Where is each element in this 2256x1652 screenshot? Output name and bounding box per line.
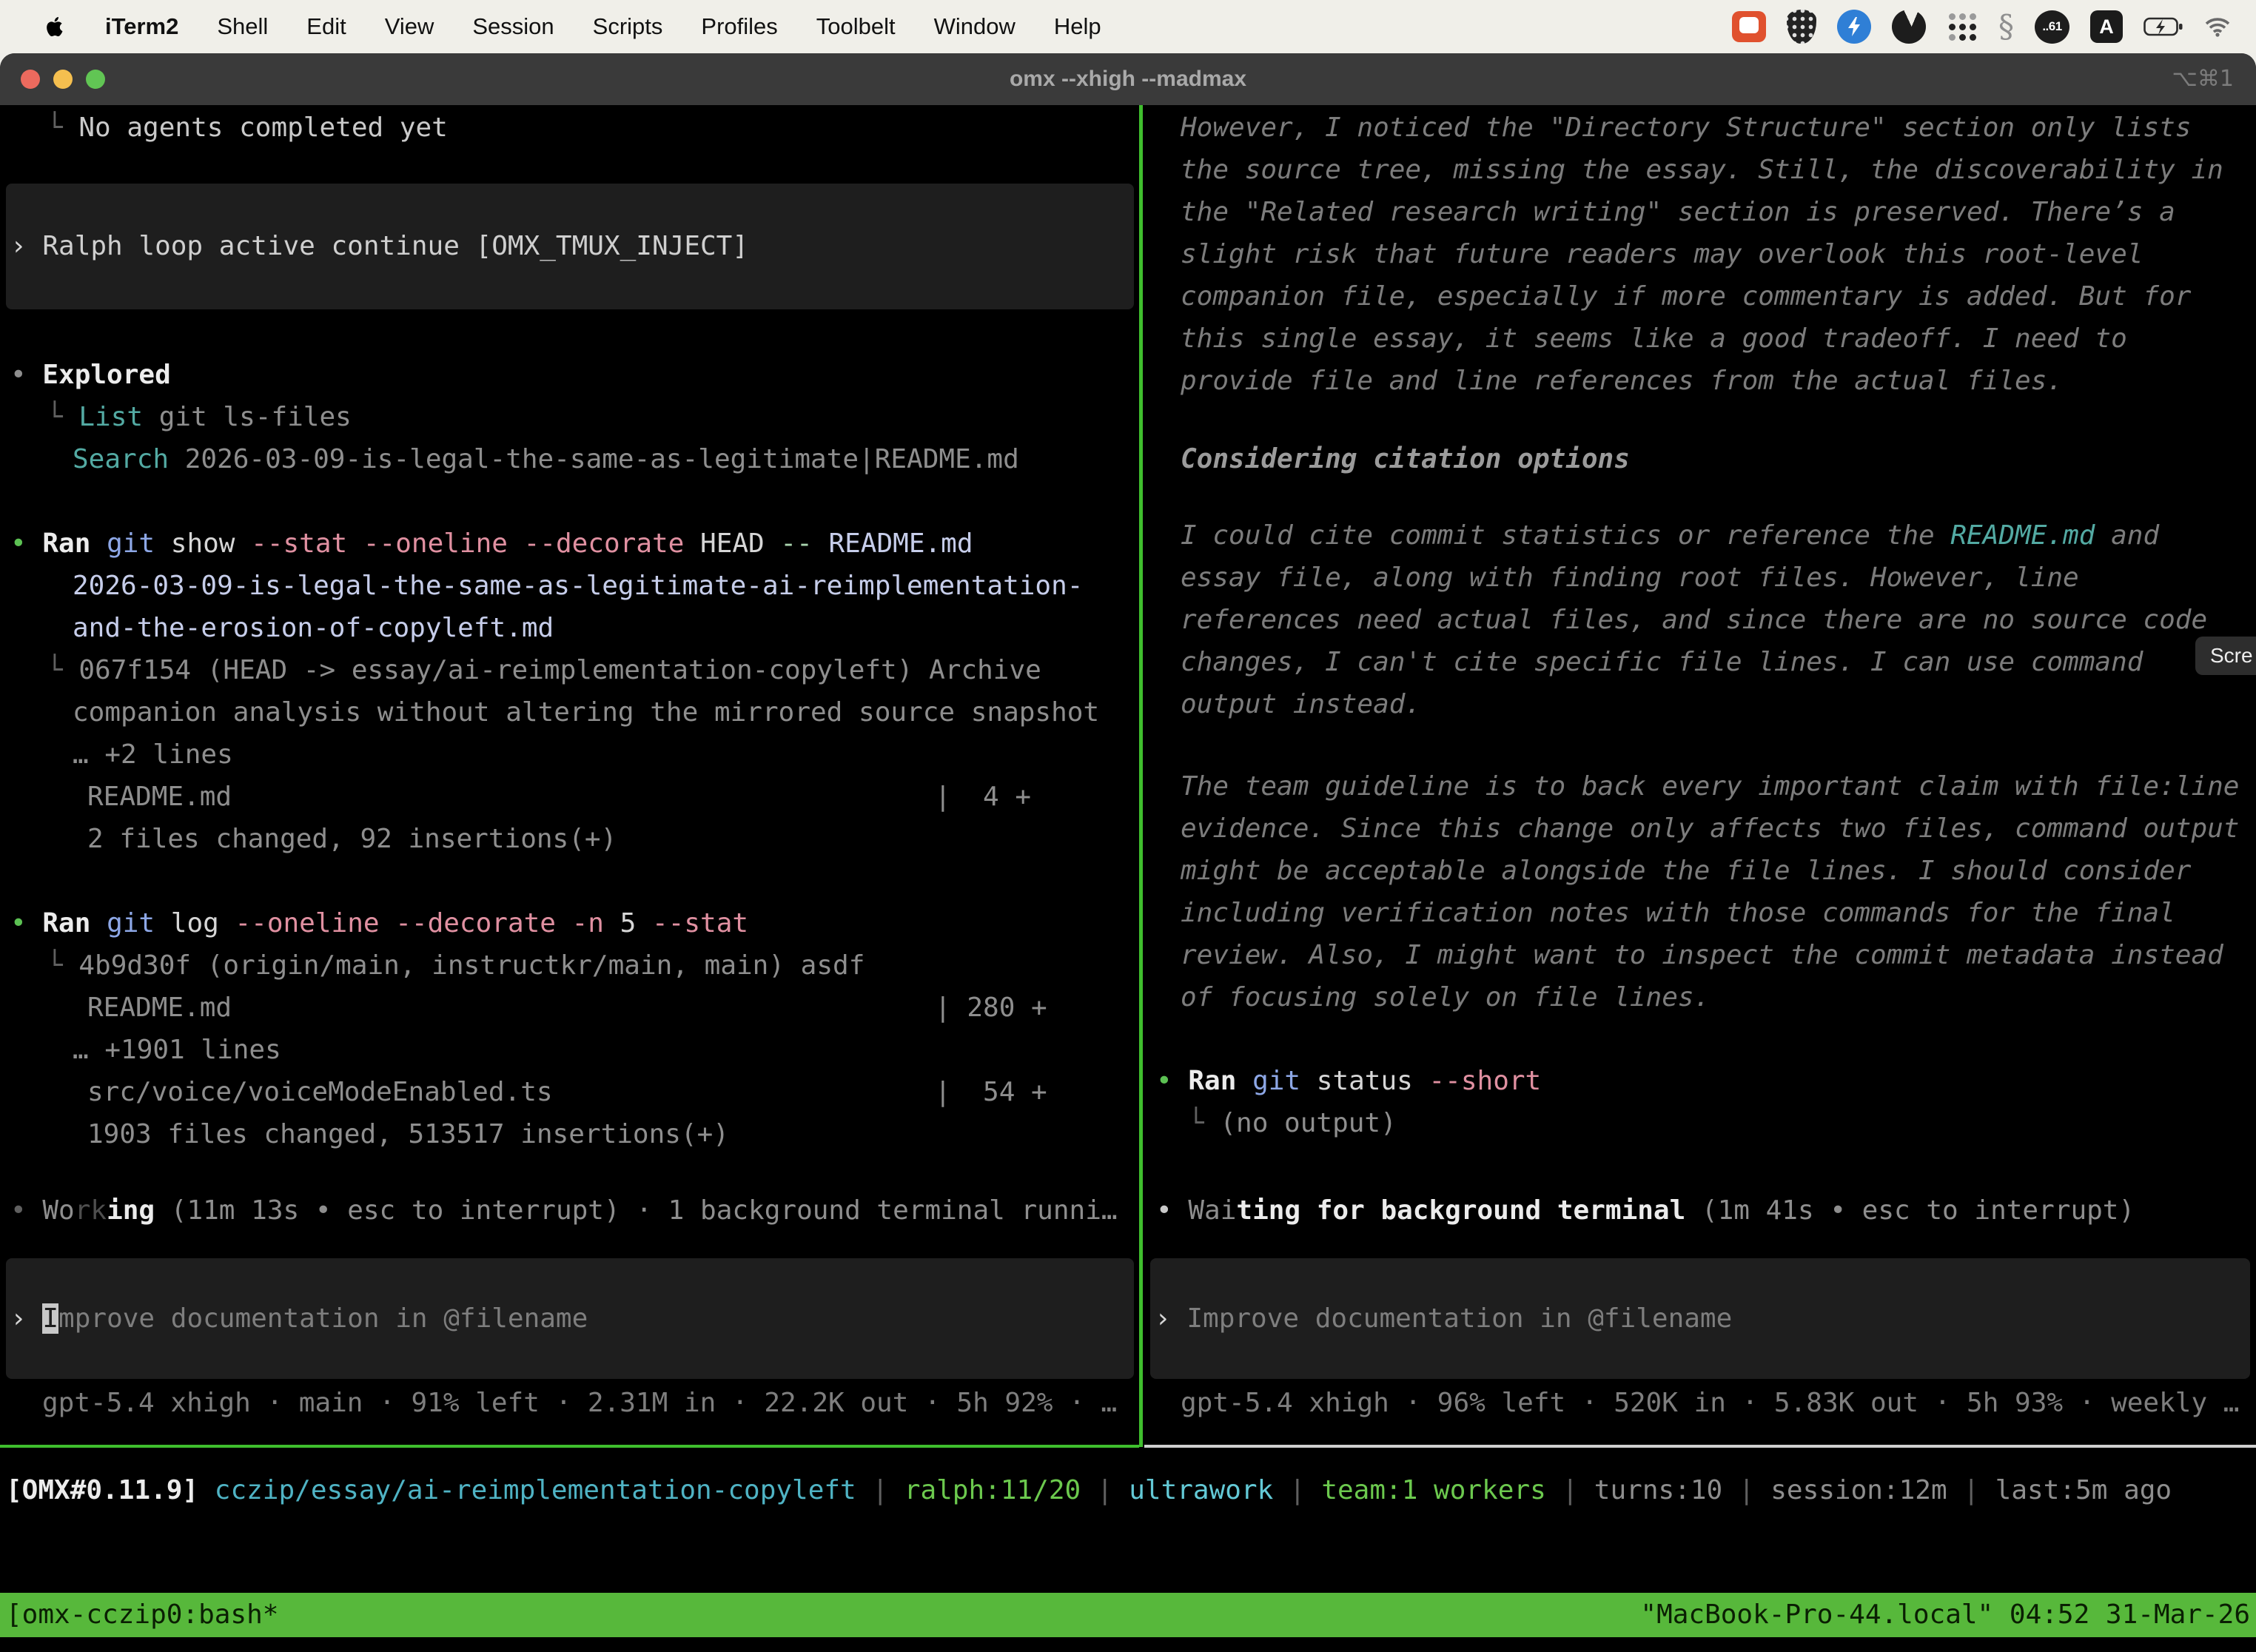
terminal-line: └ 067f154 (HEAD -> essay/ai-reimplementa… xyxy=(47,649,1041,691)
terminal-line: • Working (11m 13s • esc to interrupt) ·… xyxy=(10,1189,1118,1232)
menu-item-profiles[interactable]: Profiles xyxy=(701,13,777,40)
window-title: omx --xhigh --madmax xyxy=(0,53,2256,105)
menu-item-shell[interactable]: Shell xyxy=(217,13,268,40)
terminal-line: 2026-03-09-is-legal-the-same-as-legitima… xyxy=(73,565,1083,607)
inject-prompt-text: › Ralph loop active continue [OMX_TMUX_I… xyxy=(10,225,748,267)
menu-item-help[interactable]: Help xyxy=(1054,13,1101,40)
terminal-line: I could cite commit statistics or refere… xyxy=(1181,514,2159,557)
battery-percent-badge-icon[interactable]: ..61 xyxy=(2035,10,2069,44)
terminal-line: However, I noticed the "Directory Struct… xyxy=(1181,107,2191,149)
terminal-line: └ List git ls-files xyxy=(47,396,352,438)
dots-grid-icon[interactable] xyxy=(1947,11,1978,42)
tmux-host-clock: "MacBook-Pro-44.local" 04:52 31-Mar-26 xyxy=(1640,1593,2250,1637)
left-pane: › Ralph loop active continue [OMX_TMUX_I… xyxy=(0,105,1139,1447)
prompt-input-right-text: › Improve documentation in @filename xyxy=(1155,1297,1732,1340)
squiggle-icon[interactable]: § xyxy=(1998,10,2014,44)
active-pane-border xyxy=(0,1445,1139,1448)
inject-prompt-box[interactable]: › Ralph loop active continue [OMX_TMUX_I… xyxy=(6,184,1134,309)
terminal-line: review. Also, I might want to inspect th… xyxy=(1181,934,2223,976)
menubar-status-icons: § ..61 A xyxy=(1732,10,2256,44)
screen-share-tooltip: Scre xyxy=(2195,637,2256,675)
terminal-line: └ (no output) xyxy=(1188,1102,1397,1144)
terminal-line: src/voice/voiceModeEnabled.ts xyxy=(87,1071,553,1113)
terminal-line: 2 files changed, 92 insertions(+) xyxy=(87,818,617,860)
terminal-line: 1903 files changed, 513517 insertions(+) xyxy=(87,1113,729,1155)
tmux-session-name: [omx-cczip0:bash* xyxy=(6,1593,278,1637)
terminal-line: README.md xyxy=(87,776,232,818)
assistant-app-icon[interactable] xyxy=(1892,10,1926,44)
terminal: › Ralph loop active continue [OMX_TMUX_I… xyxy=(0,105,2256,1449)
terminal-line: • Waiting for background terminal (1m 41… xyxy=(1156,1189,2135,1232)
terminal-line: README.md xyxy=(87,987,232,1029)
inactive-pane-border xyxy=(1144,1445,2256,1448)
apple-icon[interactable] xyxy=(41,12,67,41)
terminal-line: Considering citation options xyxy=(1181,438,1630,480)
terminal-line: … +2 lines xyxy=(73,733,233,776)
terminal-line: changes, I can't cite specific file line… xyxy=(1181,641,2143,683)
terminal-line: gpt-5.4 xhigh · main · 91% left · 2.31M … xyxy=(42,1382,1117,1424)
prompt-input-right[interactable]: › Improve documentation in @filename xyxy=(1150,1258,2250,1379)
terminal-line: | 280 + xyxy=(935,987,1047,1029)
terminal-line: └ 4b9d30f (origin/main, instructkr/main,… xyxy=(47,944,865,987)
menu-item-session[interactable]: Session xyxy=(472,13,554,40)
terminal-line: • Ran git log --oneline --decorate -n 5 … xyxy=(10,902,748,944)
right-pane: › Improve documentation in @filename How… xyxy=(1144,105,2256,1447)
terminal-line: | 54 + xyxy=(935,1071,1047,1113)
terminal-line: • Ran git status --short xyxy=(1156,1060,1541,1102)
pane-divider[interactable] xyxy=(1139,105,1143,1447)
menu-item-view[interactable]: View xyxy=(385,13,434,40)
privacy-shield-icon[interactable] xyxy=(1787,10,1816,44)
terminal-line: and-the-erosion-of-copyleft.md xyxy=(73,607,554,649)
terminal-line: the "Related research writing" section i… xyxy=(1181,191,2175,233)
menu-items: iTerm2 Shell Edit View Session Scripts P… xyxy=(0,12,1101,41)
terminal-line: companion analysis without altering the … xyxy=(73,691,1099,733)
terminal-line: including verification notes with those … xyxy=(1181,892,2175,934)
terminal-line: this single essay, it seems like a good … xyxy=(1181,318,2127,360)
terminal-line: the source tree, missing the essay. Stil… xyxy=(1181,149,2223,191)
menubar: iTerm2 Shell Edit View Session Scripts P… xyxy=(0,0,2256,53)
terminal-line: gpt-5.4 xhigh · 96% left · 520K in · 5.8… xyxy=(1181,1382,2239,1424)
prompt-input-left[interactable]: › Improve documentation in @filename xyxy=(6,1258,1134,1379)
terminal-line: evidence. Since this change only affects… xyxy=(1181,807,2239,850)
terminal-line: might be acceptable alongside the file l… xyxy=(1181,850,2191,892)
prompt-input-left-text: › Improve documentation in @filename xyxy=(10,1297,588,1340)
wifi-icon[interactable] xyxy=(2204,16,2231,37)
terminal-line: of focusing solely on file lines. xyxy=(1181,976,1710,1018)
battery-icon[interactable] xyxy=(2143,16,2183,37)
terminal-line: … +1901 lines xyxy=(73,1029,281,1071)
menu-item-iterm2[interactable]: iTerm2 xyxy=(105,13,178,40)
keyboard-layout-icon[interactable]: A xyxy=(2090,10,2123,43)
terminal-line: The team guideline is to back every impo… xyxy=(1181,765,2239,807)
bolt-app-icon[interactable] xyxy=(1837,10,1871,44)
terminal-line: | 4 + xyxy=(935,776,1031,818)
terminal-line: slight risk that future readers may over… xyxy=(1181,233,2143,275)
terminal-line: references need actual files, and since … xyxy=(1181,599,2207,641)
terminal-line: • Explored xyxy=(10,354,171,396)
screen-recording-icon[interactable] xyxy=(1732,11,1766,42)
tab-shortcut-badge: ⌥⌘1 xyxy=(2172,53,2234,105)
terminal-line: output instead. xyxy=(1181,683,1421,725)
tmux-status-bar: [omx-cczip0:bash* "MacBook-Pro-44.local"… xyxy=(0,1593,2256,1637)
titlebar: omx --xhigh --madmax ⌥⌘1 xyxy=(0,53,2256,105)
menu-item-window[interactable]: Window xyxy=(934,13,1015,40)
terminal-line: └ No agents completed yet xyxy=(47,107,448,149)
terminal-line: essay file, along with finding root file… xyxy=(1181,557,2079,599)
terminal-line: Search 2026-03-09-is-legal-the-same-as-l… xyxy=(73,438,1019,480)
menu-item-scripts[interactable]: Scripts xyxy=(593,13,663,40)
menu-item-toolbelt[interactable]: Toolbelt xyxy=(816,13,896,40)
terminal-line: provide file and line references from th… xyxy=(1181,360,2063,402)
iterm-window: omx --xhigh --madmax ⌥⌘1 › Ralph loop ac… xyxy=(0,53,2256,1652)
omx-status-line: [OMX#0.11.9] cczip/essay/ai-reimplementa… xyxy=(6,1469,2172,1511)
terminal-line: • Ran git show --stat --oneline --decora… xyxy=(10,523,973,565)
terminal-line: companion file, especially if more comme… xyxy=(1181,275,2191,318)
menu-item-edit[interactable]: Edit xyxy=(306,13,346,40)
